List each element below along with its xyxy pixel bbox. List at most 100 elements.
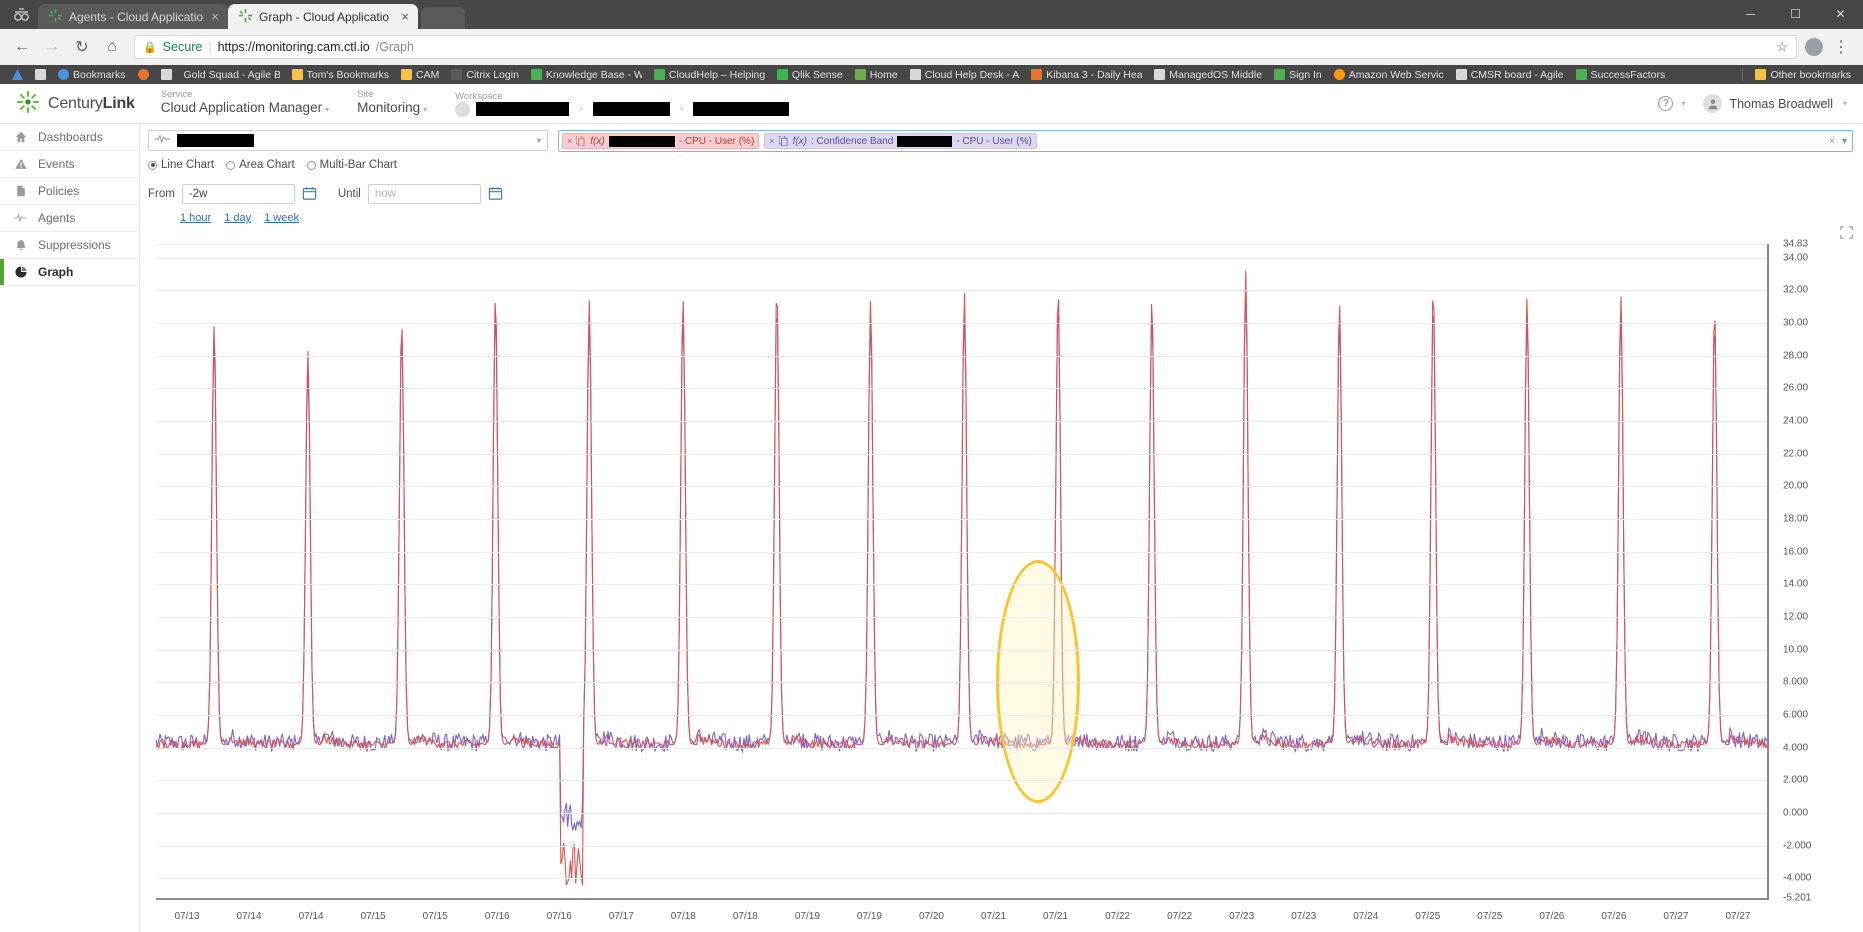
x-axis-tick-label: 07/22 [1167, 911, 1193, 922]
quick-range-1-hour[interactable]: 1 hour [180, 212, 211, 224]
browser-toolbar: ← → ↻ ⌂ 🔒 Secure | https://monitoring.ca… [0, 29, 1863, 65]
brand-logo[interactable]: CenturyLink [16, 90, 135, 117]
chart-canvas[interactable]: 34.83 34.00 32.00 30.00 28.00 26.00 24.00 22.00… [148, 239, 1855, 928]
bookmark-item-kibana[interactable]: Kibana 3 - Daily Hea [1025, 66, 1148, 83]
chevron-down-icon[interactable]: ▾ [1843, 99, 1847, 108]
chevron-down-icon[interactable]: ▾ [1842, 136, 1847, 147]
window-close-button[interactable]: ✕ [1818, 0, 1863, 28]
sidebar-item-dashboards[interactable]: Dashboards [0, 124, 139, 151]
bookmark-item-cam[interactable]: CAM [395, 66, 445, 83]
site-selector[interactable]: Site Monitoring ▾ [357, 89, 427, 118]
bookmark-star-icon[interactable]: ☆ [1776, 39, 1788, 55]
bookmark-item-other-bookmarks[interactable]: Other bookmarks [1749, 66, 1857, 83]
bookmark-item-sign-in[interactable]: Sign In [1268, 66, 1328, 83]
chevron-down-icon[interactable]: ▾ [1681, 99, 1685, 108]
bookmark-item-citrix-login[interactable]: Citrix Login [445, 66, 525, 83]
profile-avatar-icon[interactable] [1805, 38, 1823, 56]
bookmark-item-cmsr-board[interactable]: CMSR board - Agile [1450, 66, 1570, 83]
address-bar[interactable]: 🔒 Secure | https://monitoring.cam.ctl.io… [134, 35, 1797, 59]
remove-icon[interactable]: × [769, 136, 774, 146]
user-menu[interactable]: Thomas Broadwell ▾ [1703, 94, 1847, 113]
clear-icon[interactable]: × [1829, 136, 1835, 147]
browser-tab-1[interactable]: Agents - Cloud Applicatio × [38, 4, 228, 29]
document-icon [14, 185, 27, 197]
bookmark-apps-icon[interactable] [6, 66, 29, 83]
chrome-overflow-menu-icon[interactable]: ⋮ [1827, 33, 1855, 61]
series-token-field[interactable]: × f(x) - CPU - User (%) × f(x) : Confide… [558, 130, 1853, 152]
remove-icon[interactable]: × [567, 136, 572, 146]
gridline [156, 747, 1769, 749]
gridline [156, 649, 1769, 651]
quick-range-1-day[interactable]: 1 day [224, 212, 251, 224]
bookmark-item-knowledge-base[interactable]: Knowledge Base - W [525, 66, 648, 83]
chart-type-area[interactable]: Area Chart [226, 159, 295, 171]
from-label: From [148, 188, 175, 200]
sidebar-item-events[interactable]: Events [0, 151, 139, 178]
series-pill-cpu-user[interactable]: × f(x) - CPU - User (%) [562, 133, 760, 149]
metric-select[interactable]: ▾ [148, 130, 548, 151]
chevron-down-icon[interactable]: ▾ [325, 105, 329, 114]
bookmark-item-bookmarks[interactable]: Bookmarks [52, 66, 132, 83]
bookmark-item-gold-squad[interactable]: Gold Squad - Agile B [178, 66, 286, 83]
toolbar-right: ⋮ [1805, 33, 1855, 61]
home-icon[interactable]: ⌂ [98, 33, 126, 61]
sidebar-item-policies[interactable]: Policies [0, 178, 139, 205]
chevron-down-icon[interactable]: ▾ [423, 105, 427, 114]
calendar-icon[interactable] [302, 186, 317, 203]
radio-indicator[interactable] [306, 160, 316, 170]
bookmark-label: CloudHelp – Helping [668, 68, 765, 81]
service-value: Cloud Application Manager ▾ [161, 100, 329, 118]
series-pill-confidence-band[interactable]: × f(x) : Confidence Band - CPU - User (%… [764, 133, 1037, 149]
sidebar-item-agents[interactable]: Agents [0, 205, 139, 232]
bookmark-item-cloud-help-desk[interactable]: Cloud Help Desk - A [904, 66, 1026, 83]
bookmark-item-home[interactable]: Home [849, 66, 904, 83]
new-tab-button[interactable] [421, 7, 465, 29]
browser-tab-2[interactable]: Graph - Cloud Applicatio × [228, 4, 418, 29]
bookmark-item-successfactors[interactable]: SuccessFactors [1570, 66, 1672, 83]
x-axis-line [156, 898, 1769, 900]
y-axis-tick-label: 16.00 [1783, 546, 1809, 558]
window-minimize-button[interactable]: ─ [1728, 0, 1773, 28]
until-input[interactable]: now [367, 184, 481, 204]
calendar-icon[interactable] [488, 186, 503, 203]
bookmark-item-aws[interactable]: Amazon Web Servic [1328, 66, 1450, 83]
radio-indicator[interactable] [148, 160, 157, 170]
bookmark-item-qlik-sense[interactable]: Qlik Sense [771, 66, 849, 83]
sidebar-item-label: Graph [38, 265, 74, 279]
x-axis-tick-label: 07/19 [794, 911, 820, 922]
chart-type-line[interactable]: Line Chart [148, 159, 214, 171]
window-maximize-button[interactable]: ☐ [1773, 0, 1818, 28]
tab-close-icon[interactable]: × [211, 10, 219, 23]
radio-indicator[interactable] [226, 160, 236, 170]
copy-icon[interactable] [778, 135, 789, 147]
plot-area[interactable] [156, 244, 1769, 899]
chevron-down-icon[interactable]: ▾ [537, 136, 541, 145]
copy-icon[interactable] [576, 135, 586, 147]
sidebar-item-suppressions[interactable]: Suppressions [0, 232, 139, 259]
service-selector[interactable]: Service Cloud Application Manager ▾ [161, 89, 329, 118]
series-pill-suffix: - CPU - User (%) [678, 135, 755, 147]
bookmark-item-managedos[interactable]: ManagedOS Middle [1148, 66, 1268, 83]
breadcrumb-item-2[interactable] [592, 102, 670, 116]
content-region: ▾ Line Chart Area Chart Multi-Bar Chart [140, 124, 1863, 932]
chrome-menu-icon[interactable] [4, 0, 38, 29]
chart-type-multibar[interactable]: Multi-Bar Chart [306, 159, 397, 171]
x-axis-tick-label: 07/25 [1415, 911, 1441, 922]
quick-range-1-week[interactable]: 1 week [264, 212, 299, 224]
breadcrumb-item-3[interactable] [693, 102, 790, 116]
bookmark-item[interactable] [155, 66, 178, 83]
sidebar-item-graph[interactable]: Graph [0, 259, 139, 286]
bookmark-item-toms-bookmarks[interactable]: Tom's Bookmarks [286, 66, 396, 83]
bookmark-item[interactable] [29, 66, 52, 83]
help-menu[interactable]: ? ▾ [1658, 96, 1685, 111]
y-axis-tick-label: 34.00 [1783, 252, 1809, 264]
forward-icon[interactable]: → [38, 33, 66, 61]
breadcrumb-item-1[interactable] [476, 102, 570, 116]
from-input[interactable]: -2w [181, 184, 295, 204]
y-axis-tick-label: 0.000 [1783, 807, 1809, 819]
bookmark-item-cloudhelp[interactable]: CloudHelp – Helping [648, 66, 771, 83]
bookmark-item[interactable] [132, 66, 155, 83]
reload-icon[interactable]: ↻ [68, 33, 96, 61]
tab-close-icon[interactable]: × [401, 10, 409, 23]
back-icon[interactable]: ← [8, 33, 36, 61]
